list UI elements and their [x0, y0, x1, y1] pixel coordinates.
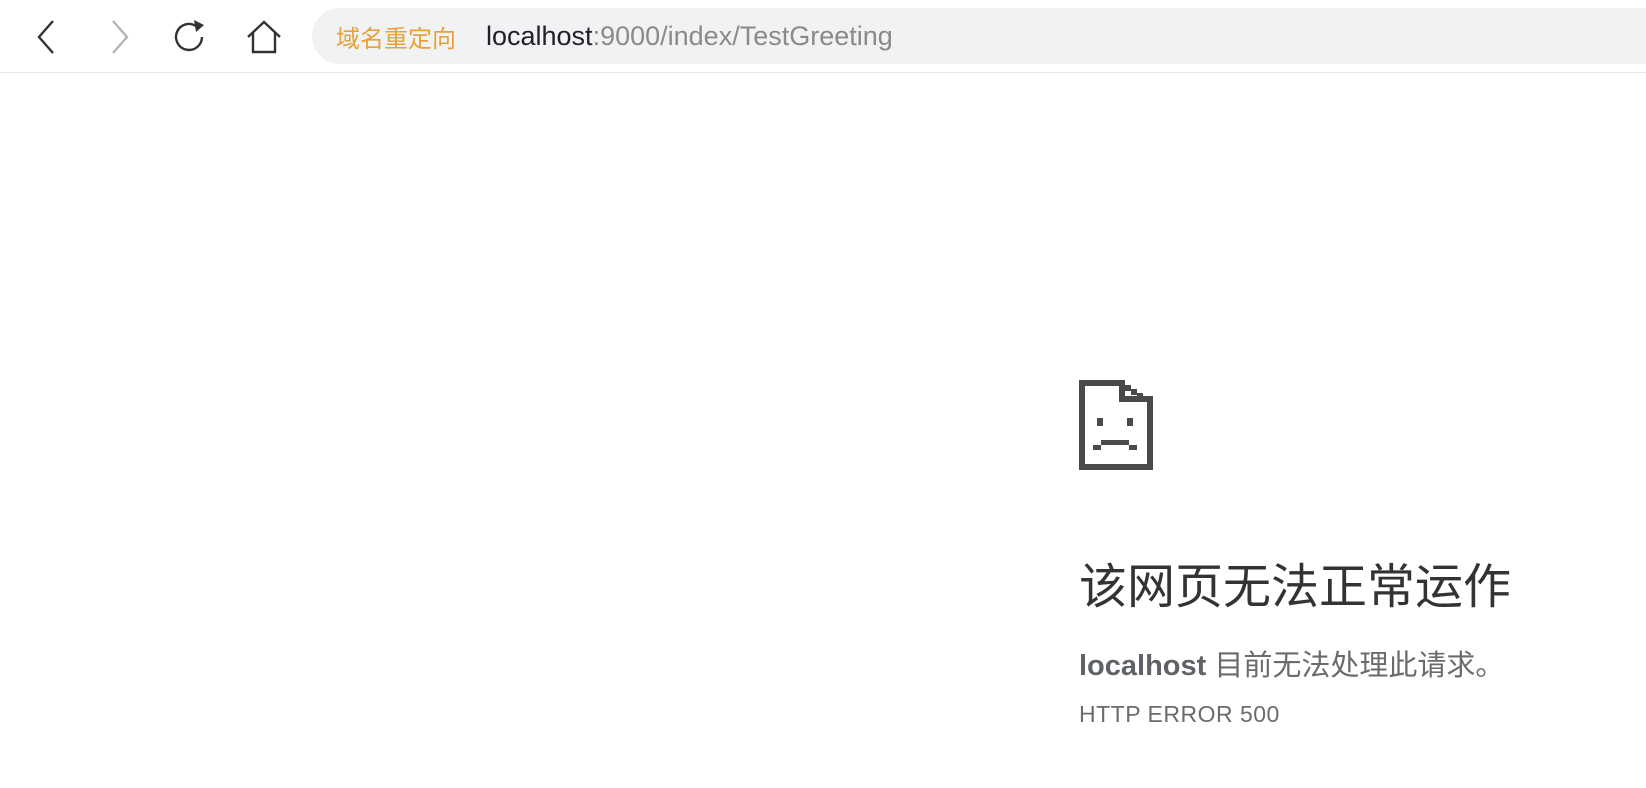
error-code: HTTP ERROR 500	[1079, 701, 1280, 727]
reload-icon	[174, 20, 204, 52]
address-bar[interactable]: 域名重定向 localhost:9000/index/TestGreeting	[312, 8, 1646, 64]
sad-document-icon	[1079, 380, 1153, 470]
browser-toolbar: 域名重定向 localhost:9000/index/TestGreeting	[0, 0, 1646, 73]
forward-button[interactable]	[96, 14, 144, 60]
error-container: 该网页无法正常运作 localhost 目前无法处理此请求。 HTTP ERRO…	[1079, 380, 1639, 726]
back-button[interactable]	[22, 14, 70, 60]
url-host: localhost	[486, 20, 593, 51]
home-icon	[247, 20, 281, 54]
home-button[interactable]	[240, 14, 288, 60]
url-path: :9000/index/TestGreeting	[592, 20, 893, 51]
error-message: 目前无法处理此请求。	[1206, 650, 1505, 682]
url-text[interactable]: localhost:9000/index/TestGreeting	[486, 21, 893, 52]
chevron-left-icon	[37, 20, 54, 54]
error-title: 该网页无法正常运作	[1079, 561, 1512, 614]
reload-button[interactable]	[166, 14, 214, 60]
chevron-right-icon	[112, 20, 129, 54]
redirect-badge[interactable]: 域名重定向	[336, 19, 456, 54]
error-detail: localhost 目前无法处理此请求。	[1079, 652, 1639, 681]
error-host: localhost	[1079, 650, 1207, 682]
